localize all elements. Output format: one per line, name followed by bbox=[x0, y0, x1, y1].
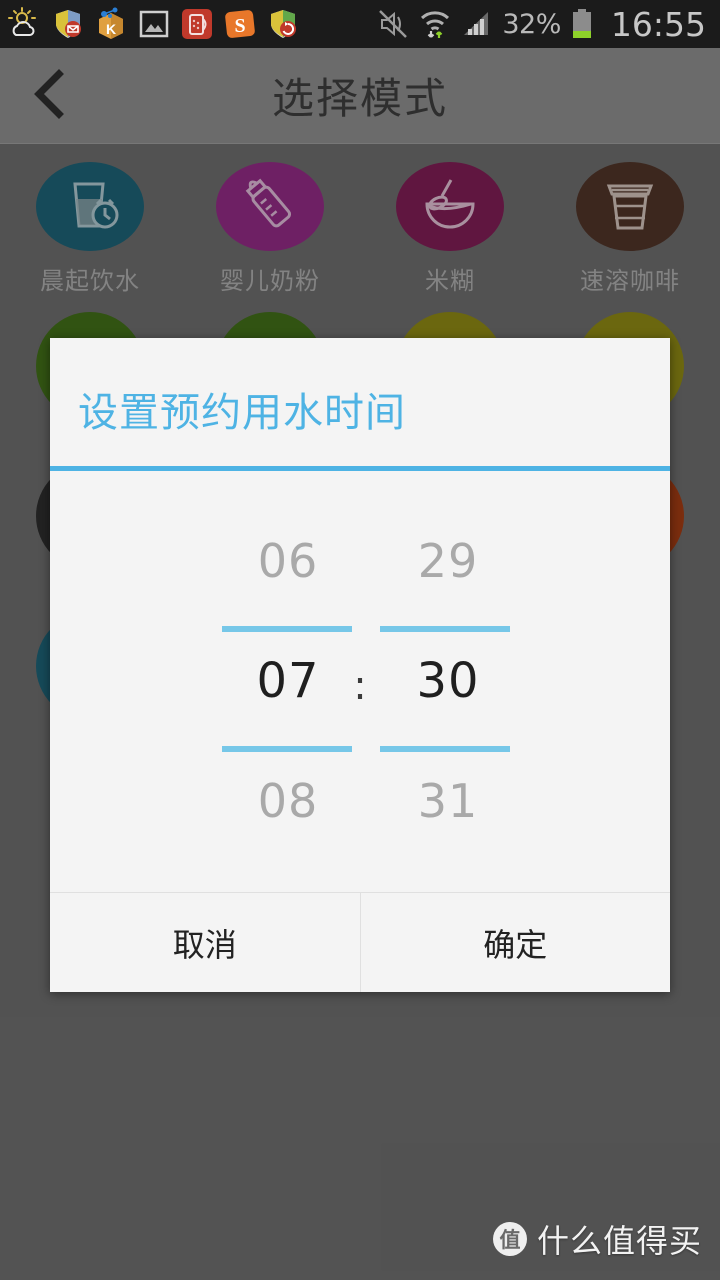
minute-selected-cell[interactable]: 30 bbox=[348, 621, 548, 741]
wifi-transfer-icon bbox=[418, 7, 452, 41]
screen: K S 32% 16:55 选择模式 晨起饮水 婴儿奶粉 米糊 速溶咖啡 设置预… bbox=[0, 0, 720, 1280]
minute-prev-cell[interactable]: 29 bbox=[348, 501, 548, 621]
weather-icon bbox=[8, 7, 42, 41]
hour-next-value: 08 bbox=[257, 774, 319, 828]
shield-sync-icon bbox=[266, 7, 300, 41]
gallery-icon bbox=[137, 7, 171, 41]
minute-selection-line-bottom bbox=[380, 746, 510, 752]
sogou-s-icon: S bbox=[223, 7, 257, 41]
dialog-actions: 取消 确定 bbox=[50, 892, 670, 992]
time-picker: 06 07 08 29 30 31: bbox=[50, 471, 670, 892]
minute-prev-value: 29 bbox=[417, 534, 479, 588]
time-picker-dialog: 设置预约用水时间 06 07 08 29 30 31: 取消 确定 bbox=[50, 338, 670, 992]
mute-vibrate-off-icon bbox=[376, 7, 410, 41]
minute-selection-line-top bbox=[380, 626, 510, 632]
watermark-text: 什么值得买 bbox=[536, 1222, 702, 1260]
confirm-button[interactable]: 确定 bbox=[360, 893, 670, 992]
smzdm-badge-icon: 值 bbox=[492, 1222, 527, 1256]
status-bar-right: 32% 16:55 bbox=[376, 5, 712, 44]
minute-selected-value: 30 bbox=[416, 653, 480, 709]
svg-text:S: S bbox=[234, 15, 245, 37]
cancel-button[interactable]: 取消 bbox=[50, 893, 361, 992]
svg-text:K: K bbox=[106, 21, 116, 37]
hour-selection-line-top bbox=[222, 626, 352, 632]
minute-next-cell[interactable]: 31 bbox=[348, 741, 548, 861]
app-header: 选择模式 bbox=[0, 48, 720, 144]
time-separator: : bbox=[353, 663, 367, 709]
hour-prev-value: 06 bbox=[257, 534, 319, 588]
minute-column[interactable]: 29 30 31 bbox=[348, 471, 548, 892]
battery-icon bbox=[569, 7, 603, 41]
dialog-title: 设置预约用水时间 bbox=[78, 390, 406, 436]
signal-bars-icon bbox=[460, 7, 494, 41]
red-app-icon bbox=[180, 7, 214, 41]
security-mail-shield-icon bbox=[51, 7, 85, 41]
watermark: 值 什么值得买 bbox=[492, 1216, 702, 1262]
hour-selected-value: 07 bbox=[256, 653, 320, 709]
kingsoft-box-icon: K bbox=[94, 7, 128, 41]
hour-selection-line-bottom bbox=[222, 746, 352, 752]
status-bar-clock: 16:55 bbox=[610, 4, 706, 44]
status-bar-left-icons: K S bbox=[8, 7, 300, 41]
minute-next-value: 31 bbox=[417, 774, 479, 828]
battery-percent-label: 32% bbox=[502, 8, 561, 40]
status-bar: K S 32% 16:55 bbox=[0, 0, 720, 48]
page-title: 选择模式 bbox=[271, 74, 448, 123]
